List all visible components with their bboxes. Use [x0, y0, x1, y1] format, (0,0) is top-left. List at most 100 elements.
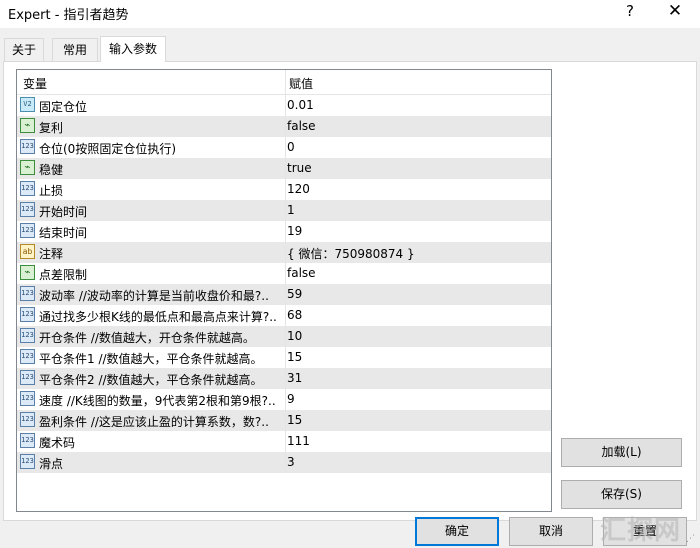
int-icon: 123 [20, 391, 35, 406]
cell-separator [285, 347, 286, 368]
column-separator[interactable] [285, 70, 286, 94]
parameter-value[interactable]: { 微信：750980874 } [287, 245, 415, 262]
table-row[interactable]: 123 平仓条件1 //数值越大，平仓条件就越高。 15 [17, 347, 551, 368]
parameter-name: 稳健 [39, 163, 64, 177]
int-icon: 123 [20, 433, 35, 448]
save-button[interactable]: 保存(S) [561, 480, 682, 509]
int-icon: 123 [20, 454, 35, 469]
double-icon: V2 [20, 97, 35, 112]
int-icon: 123 [20, 286, 35, 301]
parameter-name: 平仓条件2 //数值越大，平仓条件就越高。 [39, 373, 263, 387]
parameter-value[interactable]: 19 [287, 224, 302, 238]
title-bar: Expert - 指引者趋势 ? ✕ [0, 0, 700, 28]
close-button[interactable]: ✕ [664, 1, 686, 21]
parameter-name: 平仓条件1 //数值越大，平仓条件就越高。 [39, 352, 263, 366]
table-row[interactable]: 123 开始时间 1 [17, 200, 551, 221]
table-row[interactable]: 123 止损 120 [17, 179, 551, 200]
parameter-value[interactable]: 3 [287, 455, 295, 469]
parameter-value[interactable]: false [287, 119, 316, 133]
int-icon: 123 [20, 412, 35, 427]
table-row[interactable]: ⌁ 复利 false [17, 116, 551, 137]
parameter-name: 固定仓位 [39, 100, 88, 114]
parameter-name: 仓位(0按照固定仓位执行) [39, 142, 176, 156]
table-row[interactable]: 123 盈利条件 //这是应该止盈的计算系数，数?.. 15 [17, 410, 551, 431]
parameter-value[interactable]: 59 [287, 287, 302, 301]
parameter-value[interactable]: 15 [287, 413, 302, 427]
column-header-variable[interactable]: 变量 [23, 75, 47, 92]
cell-separator [285, 410, 286, 431]
cell-separator [285, 326, 286, 347]
cell-separator [285, 242, 286, 263]
parameter-value[interactable]: 120 [287, 182, 310, 196]
table-row[interactable]: 123 结束时间 19 [17, 221, 551, 242]
grid-header: 变量 赋值 [17, 70, 551, 95]
parameter-value[interactable]: 1 [287, 203, 295, 217]
resize-grip-icon[interactable]: ⋰ [686, 534, 698, 546]
cell-separator [285, 452, 286, 473]
parameter-name: 开始时间 [39, 205, 88, 219]
table-row[interactable]: ⌁ 点差限制 false [17, 263, 551, 284]
table-row[interactable]: 123 魔术码 111 [17, 431, 551, 452]
parameter-value[interactable]: 0.01 [287, 98, 314, 112]
parameter-name: 开仓条件 //数值越大，开仓条件就越高。 [39, 331, 255, 345]
parameter-value[interactable]: true [287, 161, 312, 175]
table-row[interactable]: 123 平仓条件2 //数值越大，平仓条件就越高。 31 [17, 368, 551, 389]
parameter-name: 点差限制 [39, 268, 88, 282]
table-row[interactable]: ab 注释 { 微信：750980874 } [17, 242, 551, 263]
int-icon: 123 [20, 328, 35, 343]
cell-separator [285, 389, 286, 410]
cell-separator [285, 368, 286, 389]
watermark-logo: 汇探网 [600, 516, 682, 546]
parameter-name: 盈利条件 //这是应该止盈的计算系数，数?.. [39, 415, 269, 429]
cancel-button[interactable]: 取消 [509, 517, 593, 546]
cell-separator [285, 200, 286, 221]
int-icon: 123 [20, 223, 35, 238]
int-icon: 123 [20, 181, 35, 196]
cell-separator [285, 263, 286, 284]
parameter-name: 止损 [39, 184, 64, 198]
table-row[interactable]: 123 通过找多少根K线的最低点和最高点来计算?.. 68 [17, 305, 551, 326]
parameter-value[interactable]: 111 [287, 434, 310, 448]
parameter-name: 滑点 [39, 457, 64, 471]
parameter-value[interactable]: 10 [287, 329, 302, 343]
table-row[interactable]: V2 固定仓位 0.01 [17, 95, 551, 116]
tab-common[interactable]: 常用 [52, 38, 98, 61]
table-row[interactable]: 123 波动率 //波动率的计算是当前收盘价和最?.. 59 [17, 284, 551, 305]
cell-separator [285, 137, 286, 158]
parameter-value[interactable]: 68 [287, 308, 302, 322]
column-header-value[interactable]: 赋值 [289, 75, 313, 92]
ok-button[interactable]: 确定 [415, 517, 499, 546]
cell-separator [285, 305, 286, 326]
parameters-grid[interactable]: 变量 赋值 V2 固定仓位 0.01 ⌁ 复利 false 123 仓位(0按照固定仓位执行)… [16, 69, 552, 512]
tab-about[interactable]: 关于 [4, 38, 44, 61]
parameter-name: 速度 //K线图的数量，9代表第2根和第9根?.. [39, 394, 276, 408]
cell-separator [285, 179, 286, 200]
table-row[interactable]: 123 开仓条件 //数值越大，开仓条件就越高。 10 [17, 326, 551, 347]
load-button[interactable]: 加载(L) [561, 438, 682, 467]
cell-separator [285, 431, 286, 452]
int-icon: 123 [20, 307, 35, 322]
parameter-value[interactable]: 15 [287, 350, 302, 364]
bool-icon: ⌁ [20, 265, 35, 280]
tab-inputs[interactable]: 输入参数 [100, 36, 166, 62]
table-row[interactable]: 123 仓位(0按照固定仓位执行) 0 [17, 137, 551, 158]
string-icon: ab [20, 244, 35, 259]
parameter-name: 注释 [39, 247, 64, 261]
table-row[interactable]: 123 滑点 3 [17, 452, 551, 473]
cell-separator [285, 284, 286, 305]
parameter-value[interactable]: false [287, 266, 316, 280]
parameter-value[interactable]: 9 [287, 392, 295, 406]
parameter-value[interactable]: 0 [287, 140, 295, 154]
bool-icon: ⌁ [20, 160, 35, 175]
int-icon: 123 [20, 139, 35, 154]
parameter-value[interactable]: 31 [287, 371, 302, 385]
cell-separator [285, 221, 286, 242]
table-row[interactable]: ⌁ 稳健 true [17, 158, 551, 179]
int-icon: 123 [20, 202, 35, 217]
int-icon: 123 [20, 349, 35, 364]
int-icon: 123 [20, 370, 35, 385]
parameter-name: 通过找多少根K线的最低点和最高点来计算?.. [39, 310, 277, 324]
cell-separator [285, 95, 286, 116]
table-row[interactable]: 123 速度 //K线图的数量，9代表第2根和第9根?.. 9 [17, 389, 551, 410]
help-button[interactable]: ? [622, 2, 638, 20]
